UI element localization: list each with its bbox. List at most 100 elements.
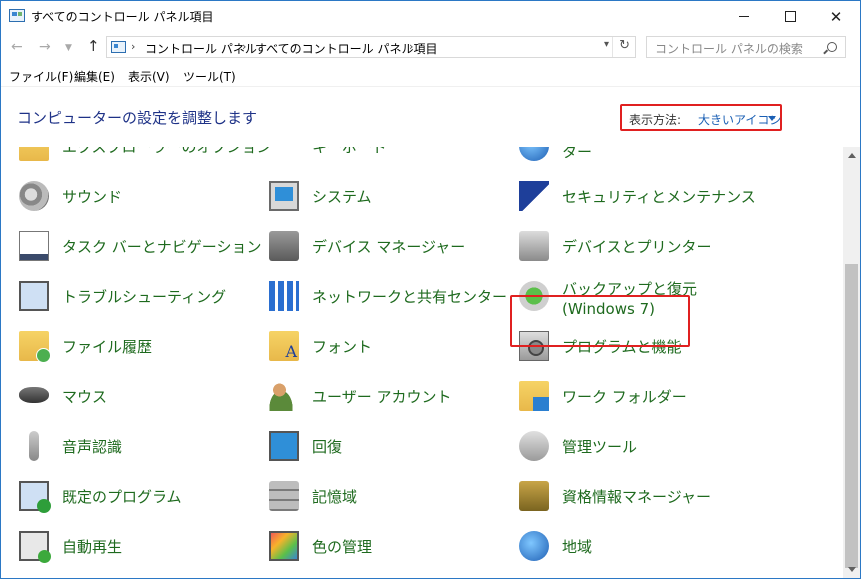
item-work-folders[interactable]: ワーク フォルダー — [501, 372, 741, 420]
breadcrumb-chevron-icon[interactable]: › — [131, 40, 135, 53]
item-mouse[interactable]: マウス — [1, 372, 241, 420]
address-dropdown-icon[interactable]: ▾ — [604, 39, 609, 50]
autoplay-icon — [19, 531, 51, 563]
scroll-down-icon[interactable] — [848, 567, 856, 572]
forward-button[interactable]: → — [39, 39, 51, 55]
item-file-history[interactable]: ファイル履歴 — [1, 322, 241, 370]
taskbar-icon — [19, 231, 49, 261]
vertical-scrollbar[interactable] — [843, 147, 860, 578]
item-label: 色の管理 — [312, 538, 373, 556]
item-label: エクスプローラーのオプション — [62, 147, 272, 156]
scroll-up-icon[interactable] — [848, 153, 856, 158]
item-label: デバイス マネージャー — [312, 238, 466, 256]
troubleshooting-icon — [19, 281, 49, 311]
item-sync-center[interactable]: ター — [501, 147, 741, 170]
item-label: 自動再生 — [62, 538, 123, 556]
item-fonts[interactable]: フォント — [251, 322, 491, 370]
admin-tools-icon — [519, 431, 549, 461]
item-network-sharing[interactable]: ネットワークと共有センター — [251, 272, 507, 320]
item-label: デバイスとプリンター — [562, 238, 712, 256]
item-devices-printers[interactable]: デバイスとプリンター — [501, 222, 741, 270]
chevron-down-icon[interactable] — [768, 116, 776, 121]
item-sound[interactable]: サウンド — [1, 172, 241, 220]
highlight-box — [510, 295, 690, 347]
speaker-icon — [19, 181, 49, 211]
item-default-programs[interactable]: 既定のプログラム — [1, 472, 241, 520]
item-autoplay[interactable]: 自動再生 — [1, 522, 241, 570]
item-user-accounts[interactable]: ユーザー アカウント — [251, 372, 491, 420]
item-label: ネットワークと共有センター — [312, 288, 508, 306]
item-label: ワーク フォルダー — [562, 388, 687, 406]
item-credential-manager[interactable]: 資格情報マネージャー — [501, 472, 741, 520]
refresh-icon[interactable]: ↻ — [619, 38, 630, 53]
minimize-button[interactable] — [721, 1, 767, 32]
breadcrumb-chevron-icon[interactable]: › — [409, 40, 413, 53]
up-button[interactable]: ↑ — [87, 37, 100, 55]
mouse-icon — [19, 387, 49, 403]
address-bar[interactable]: › コントロール パネル › すべてのコントロール パネル項目 › ▾ ↻ — [106, 36, 636, 58]
fonts-folder-icon — [269, 331, 299, 361]
storage-icon — [269, 481, 299, 511]
menu-tools[interactable]: ツール(T) — [183, 68, 236, 85]
search-placeholder: コントロール パネルの検索 — [655, 42, 803, 56]
title-bar: すべてのコントロール パネル項目 ✕ — [1, 1, 860, 32]
printer-icon — [519, 231, 549, 261]
view-by-selector[interactable]: 表示方法: 大きいアイコン — [620, 104, 782, 131]
search-input[interactable]: コントロール パネルの検索 — [646, 36, 846, 58]
item-speech-recognition[interactable]: 音声認識 — [1, 422, 241, 470]
item-label: 既定のプログラム — [62, 488, 182, 506]
menu-file[interactable]: ファイル(F) — [9, 68, 73, 85]
item-label: キーボード — [312, 147, 388, 156]
item-label: システム — [312, 188, 372, 206]
item-recovery[interactable]: 回復 — [251, 422, 491, 470]
item-security-maintenance[interactable]: セキュリティとメンテナンス — [501, 172, 756, 220]
network-icon — [269, 281, 299, 311]
menu-edit[interactable]: 編集(E) — [74, 68, 115, 85]
item-label: 回復 — [312, 438, 343, 456]
device-manager-icon — [269, 231, 299, 261]
back-button[interactable]: ← — [11, 39, 23, 55]
region-globe-icon — [519, 531, 549, 561]
sync-center-icon — [519, 147, 549, 161]
menu-bar: ファイル(F) 編集(E) 表示(V) ツール(T) — [1, 64, 860, 87]
item-label: ユーザー アカウント — [312, 388, 452, 406]
close-button[interactable]: ✕ — [813, 1, 859, 32]
item-label: タスク バーとナビゲーション — [62, 238, 262, 256]
folder-options-icon — [19, 147, 49, 161]
security-flag-icon — [519, 181, 549, 211]
item-label: 音声認識 — [62, 438, 123, 456]
search-icon[interactable] — [827, 42, 837, 52]
item-label: 資格情報マネージャー — [562, 488, 711, 506]
item-keyboard[interactable]: キーボード — [251, 147, 491, 170]
color-management-icon — [269, 531, 299, 561]
item-region[interactable]: 地域 — [501, 522, 741, 570]
item-label: 管理ツール — [562, 438, 638, 456]
maximize-button[interactable] — [767, 1, 813, 32]
menu-view[interactable]: 表示(V) — [128, 68, 170, 85]
item-folder-options[interactable]: エクスプローラーのオプション — [1, 147, 272, 170]
item-label: トラブルシューティング — [62, 288, 227, 306]
navigation-bar: ← → ▼ ↑ › コントロール パネル › すべてのコントロール パネル項目 … — [1, 32, 860, 62]
microphone-icon — [29, 431, 39, 461]
item-troubleshooting[interactable]: トラブルシューティング — [1, 272, 241, 320]
content-header: コンピューターの設定を調整します 表示方法: 大きいアイコン — [1, 87, 860, 147]
breadcrumb-chevron-icon[interactable]: › — [242, 40, 246, 53]
credential-vault-icon — [519, 481, 549, 511]
item-taskbar[interactable]: タスク バーとナビゲーション — [1, 222, 261, 270]
item-storage-spaces[interactable]: 記憶域 — [251, 472, 491, 520]
item-label: フォント — [312, 338, 373, 356]
item-device-manager[interactable]: デバイス マネージャー — [251, 222, 491, 270]
item-admin-tools[interactable]: 管理ツール — [501, 422, 741, 470]
file-history-icon — [19, 331, 51, 363]
user-accounts-icon — [269, 381, 299, 411]
scrollbar-thumb[interactable] — [845, 264, 858, 568]
control-panel-window: すべてのコントロール パネル項目 ✕ ← → ▼ ↑ › コントロール パネル … — [0, 0, 861, 579]
item-label: ター — [562, 147, 593, 161]
item-label: セキュリティとメンテナンス — [562, 188, 756, 206]
default-programs-icon — [19, 481, 51, 513]
item-color-management[interactable]: 色の管理 — [251, 522, 491, 570]
breadcrumb-control-panel[interactable]: コントロール パネル — [145, 40, 257, 57]
recent-locations-dropdown[interactable]: ▼ — [65, 43, 72, 53]
item-label: マウス — [62, 388, 108, 406]
item-system[interactable]: システム — [251, 172, 491, 220]
